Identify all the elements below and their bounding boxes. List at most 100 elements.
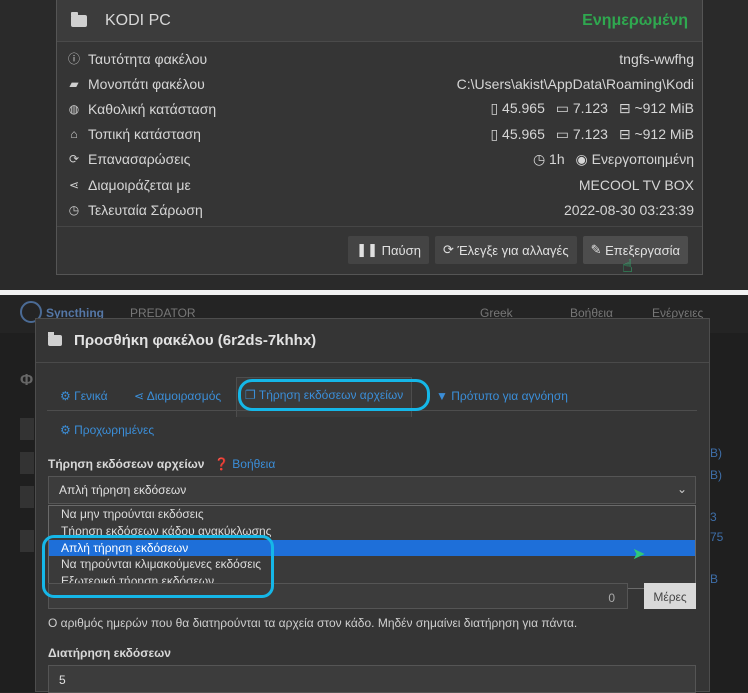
folder-panel-header[interactable]: KODI PC Ενημερωμένη (57, 0, 702, 42)
keep-versions-input[interactable]: 5 (48, 665, 696, 693)
pencil-icon: ✎ (590, 242, 606, 257)
clock-icon: ◷ (532, 150, 546, 167)
refresh-icon: ⟳ (68, 152, 80, 167)
global-state-row: ◍ Καθολική κατάσταση ▯ 45.965 ▭ 7.123 ⊟ … (57, 96, 702, 121)
dir-count: 7.123 (572, 125, 608, 142)
refresh-icon: ⟳ (442, 242, 458, 257)
row-value: tngfs-wwfhg (619, 50, 694, 67)
background-block (20, 418, 34, 440)
folder-status: Ενημερωμένη (582, 11, 688, 29)
option-no-versioning[interactable]: Να μην τηρούνται εκδόσεις (49, 506, 695, 523)
divider (57, 226, 702, 228)
versioning-label: Τήρηση εκδόσεων αρχείων (48, 457, 205, 471)
hdd-icon: ⊟ (618, 125, 631, 142)
row-value: ▯ 45.965 ▭ 7.123 ⊟ ~912 MiB (490, 126, 694, 143)
shared-with-row: ⋖ Διαμοιράζεται με MECOOL TV BOX (57, 172, 702, 197)
tab-label: Πρότυπο για αγνόηση (451, 389, 568, 403)
select-value: Απλή τήρηση εκδόσεων (59, 483, 187, 497)
home-icon: ⌂ (70, 127, 78, 142)
info-circle-icon: ⓘ (67, 52, 80, 67)
dir-count: 7.123 (572, 100, 608, 117)
background-link: B (710, 572, 719, 586)
highlight-annotation (42, 535, 274, 598)
folder-panel: KODI PC Ενημερωμένη ⓘ Ταυτότητα φακέλου … (56, 0, 703, 275)
row-label: Επανασαρώσεις (88, 151, 191, 168)
folder-view: KODI PC Ενημερωμένη ⓘ Ταυτότητα φακέλου … (0, 0, 748, 290)
file-icon: ▯ (490, 100, 499, 117)
folder-icon: ▭ (555, 100, 569, 117)
row-label: Τοπική κατάσταση (88, 126, 201, 143)
tab-sharing[interactable]: ⋖ Διαμοιρασμός (134, 389, 221, 403)
folder-icon: ▭ (555, 125, 569, 142)
highlight-annotation (238, 379, 430, 411)
row-label: Ταυτότητα φακέλου (88, 50, 208, 67)
days-addon: Μέρες (644, 583, 696, 609)
pause-button[interactable]: ❚❚ Παύση (348, 236, 429, 264)
background-text: B) (710, 446, 722, 460)
keep-versions-label: Διατήρηση εκδόσεων (48, 646, 171, 660)
rescan-button[interactable]: ⟳ Έλεγξε για αλλαγές (434, 236, 577, 264)
local-state-row: ⌂ Τοπική κατάσταση ▯ 45.965 ▭ 7.123 ⊟ ~9… (57, 122, 702, 147)
rescans-row: ⟳ Επανασαρώσεις ◷ 1h ◉ Ενεργοποιημένη (57, 147, 702, 172)
row-label: Τελευταία Σάρωση (88, 201, 203, 218)
eye-icon: ◉ (575, 150, 588, 167)
filter-icon: ▼ (436, 389, 452, 403)
folder-open-icon: ▰ (69, 76, 79, 91)
row-value: C:\Users\akist\AppData\Roaming\Kodi (456, 75, 694, 92)
background-block (20, 486, 34, 508)
tab-label: Προχωρημένες (74, 423, 155, 437)
pause-label: Παύση (381, 242, 421, 258)
cogs-icon: ⚙ (60, 423, 75, 437)
cleanout-hint: Ο αριθμός ημερών που θα διατηρούνται τα … (48, 616, 578, 630)
row-value: 2022-08-30 03:23:39 (564, 201, 694, 218)
row-label: Μονοπάτι φακέλου (88, 75, 205, 92)
row-label: Καθολική κατάσταση (88, 100, 217, 117)
hdd-icon: ⊟ (618, 100, 631, 117)
file-icon: ▯ (490, 125, 499, 142)
tab-label: Διαμοιρασμός (146, 389, 222, 403)
row-value: MECOOL TV BOX (578, 176, 694, 193)
size-value: ~912 MiB (634, 100, 694, 117)
last-scan-row: ◷ Τελευταία Σάρωση 2022-08-30 03:23:39 (57, 197, 702, 222)
pointer-cursor-icon: ➤ (632, 546, 646, 563)
globe-icon: ◍ (68, 101, 80, 116)
background-block (20, 530, 34, 552)
background-link: 3 (710, 510, 717, 524)
help-link-label: Βοήθεια (232, 457, 276, 471)
hand-cursor-icon: ☝ (622, 256, 633, 276)
file-count: 45.965 (502, 125, 545, 142)
versioning-select[interactable]: Απλή τήρηση εκδόσεων ⌄ (48, 476, 696, 504)
size-value: ~912 MiB (634, 125, 694, 142)
share-icon: ⋖ (68, 177, 80, 192)
folder-icon (48, 332, 62, 346)
question-circle-icon: ❓ (214, 457, 229, 471)
folder-icon (71, 11, 87, 27)
tab-ignore-patterns[interactable]: ▼ Πρότυπο για αγνόηση (436, 389, 568, 403)
background-heading: Φ (20, 372, 34, 389)
tab-general[interactable]: ⚙ Γενικά (60, 389, 108, 403)
row-label: Διαμοιράζεται με (88, 176, 191, 193)
file-count: 45.965 (502, 100, 545, 117)
watch-status: Ενεργοποιημένη (591, 150, 694, 167)
rescan-label: Έλεγξε για αλλαγές (457, 242, 569, 258)
row-value: ▯ 45.965 ▭ 7.123 ⊟ ~912 MiB (490, 100, 694, 117)
edit-label: Επεξεργασία (605, 242, 680, 258)
add-folder-modal: Προσθήκη φακέλου (6r2ds-7khhx) ⚙ Γενικά … (35, 318, 710, 693)
background-link: 75 (710, 530, 724, 544)
tab-advanced[interactable]: ⚙ Προχωρημένες (60, 423, 154, 437)
folder-name: KODI PC (105, 11, 171, 29)
row-value: ◷ 1h ◉ Ενεργοποιημένη (533, 151, 694, 168)
edit-button[interactable]: ✎ Επεξεργασία (582, 236, 688, 264)
background-block (20, 452, 34, 474)
tab-label: Γενικά (74, 389, 108, 403)
rescan-interval: 1h (549, 150, 565, 167)
chevron-down-icon: ⌄ (676, 482, 687, 496)
cog-icon: ⚙ (60, 389, 75, 403)
help-link[interactable]: ❓ Βοήθεια (214, 457, 275, 471)
share-icon: ⋖ (134, 389, 147, 403)
pause-icon: ❚❚ (356, 242, 382, 257)
background-text: B) (710, 468, 722, 482)
modal-header: Προσθήκη φακέλου (6r2ds-7khhx) (36, 319, 709, 363)
modal-title: Προσθήκη φακέλου (6r2ds-7khhx) (74, 332, 317, 349)
clock-icon: ◷ (68, 202, 80, 217)
